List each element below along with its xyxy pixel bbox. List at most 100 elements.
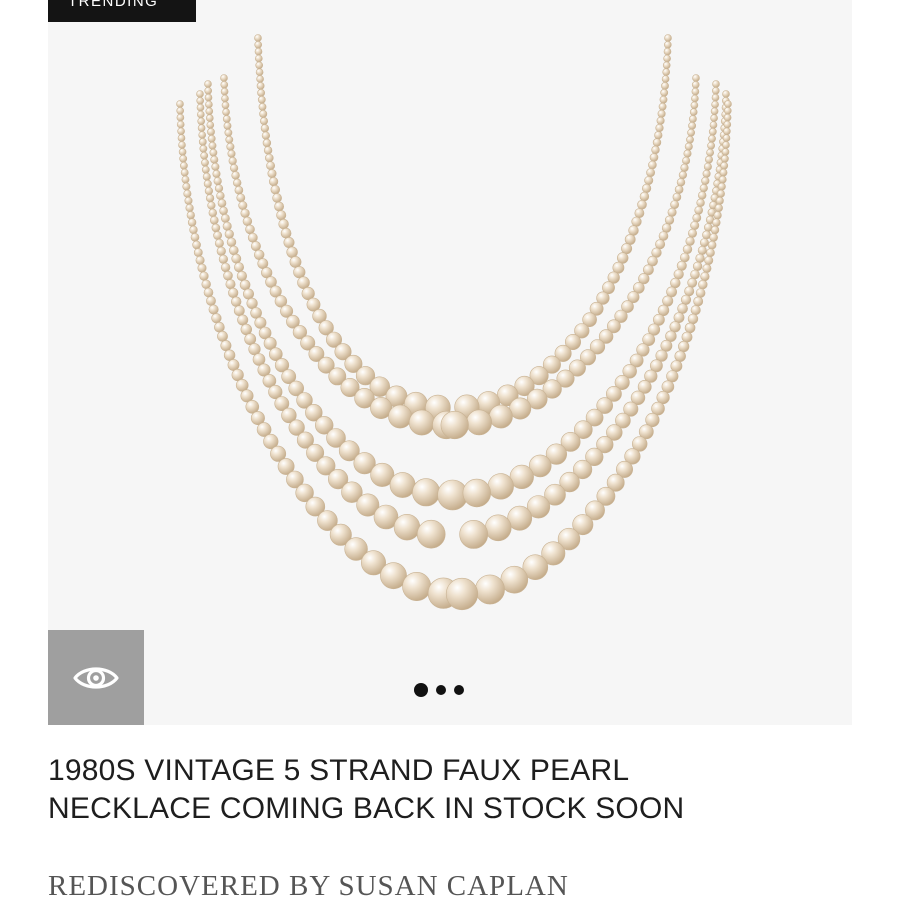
pearl <box>202 172 211 181</box>
carousel-dot-1[interactable] <box>414 683 428 697</box>
carousel-dot-2[interactable] <box>436 685 446 695</box>
pearl <box>686 135 694 144</box>
pearl <box>240 323 253 336</box>
pearl <box>678 340 690 353</box>
pearl <box>707 240 717 250</box>
pearl <box>459 520 489 549</box>
pearl <box>700 271 710 282</box>
pearl <box>412 478 441 507</box>
pearl <box>283 237 295 249</box>
pearl <box>184 196 193 205</box>
pearl <box>659 95 668 104</box>
pearl <box>203 287 214 298</box>
pearl <box>179 154 188 163</box>
pearl <box>717 182 726 191</box>
pearl <box>286 246 298 258</box>
pearl <box>206 121 215 129</box>
pearl <box>193 248 203 257</box>
pearl <box>706 148 714 157</box>
pearl <box>242 216 253 227</box>
pearl <box>243 288 255 300</box>
pearl <box>266 161 275 171</box>
pearl <box>475 574 505 605</box>
pearl <box>684 142 693 151</box>
pearl <box>256 75 264 83</box>
pearl <box>220 340 232 352</box>
pearl <box>389 472 416 498</box>
pearl <box>644 176 654 186</box>
pearl <box>666 286 677 298</box>
pearl <box>198 131 206 139</box>
pearl <box>255 68 264 76</box>
pearl <box>256 82 265 90</box>
product-image-gallery[interactable] <box>48 0 852 725</box>
pearl <box>701 176 710 185</box>
pearl <box>690 101 699 110</box>
product-title-line-2: NECKLACE COMING BACK IN STOCK SOON <box>48 792 685 825</box>
trending-badge: TRENDING <box>48 0 196 22</box>
pearl <box>228 156 237 166</box>
pearl <box>216 246 226 256</box>
pearl <box>711 87 720 95</box>
pearl <box>662 61 671 70</box>
pearl <box>681 331 693 343</box>
pearl <box>721 148 730 156</box>
pearl <box>658 102 667 111</box>
pearl <box>199 271 209 281</box>
pearl <box>706 248 715 258</box>
pearl <box>393 513 421 541</box>
pearl <box>211 162 220 171</box>
pearl <box>710 107 719 116</box>
pearl <box>639 191 650 202</box>
pearl <box>637 199 647 210</box>
pearl <box>219 206 228 216</box>
carousel-dot-3[interactable] <box>454 685 464 695</box>
pearl <box>225 135 234 144</box>
pearl <box>682 244 693 255</box>
pearl <box>224 128 233 137</box>
pearl <box>691 81 700 89</box>
pearl <box>687 313 699 325</box>
pearl <box>677 303 688 314</box>
pearl <box>210 216 219 225</box>
pearl <box>225 279 236 290</box>
pearl <box>223 122 232 130</box>
pearl <box>402 571 432 601</box>
pearl <box>655 239 666 250</box>
pearl <box>236 193 246 203</box>
pearl <box>240 208 250 218</box>
pearl <box>231 253 242 264</box>
pearl <box>702 169 711 178</box>
pearl <box>692 213 702 223</box>
pearl <box>200 151 209 160</box>
product-title[interactable]: 1980S VINTAGE 5 STRAND FAUX PEARL NECKLA… <box>48 752 848 828</box>
pearl-necklace-image[interactable] <box>48 0 852 725</box>
pearl <box>192 240 201 250</box>
pearl <box>236 270 247 282</box>
pearl <box>208 304 219 315</box>
pearl <box>229 245 239 256</box>
quick-view-button[interactable] <box>48 630 144 725</box>
pearl <box>722 90 730 98</box>
pearl <box>631 216 642 227</box>
eye-icon <box>73 666 119 689</box>
brand-name[interactable]: REDISCOVERED BY SUSAN CAPLAN <box>48 870 569 903</box>
pearl <box>186 211 195 220</box>
pearl <box>280 227 292 239</box>
pearl <box>190 233 200 242</box>
pearl <box>185 203 194 213</box>
pearl <box>628 225 639 236</box>
pearl <box>713 211 722 220</box>
pearl <box>293 266 306 279</box>
pearl <box>676 260 687 271</box>
pearl <box>197 110 205 119</box>
pearl <box>684 322 696 334</box>
pearl <box>231 171 240 180</box>
pearl <box>661 380 675 394</box>
pearl <box>722 134 731 142</box>
pearl <box>238 201 248 211</box>
pearl <box>206 295 216 306</box>
pearl <box>648 160 657 170</box>
pearl <box>204 186 213 196</box>
pearl <box>680 163 689 172</box>
